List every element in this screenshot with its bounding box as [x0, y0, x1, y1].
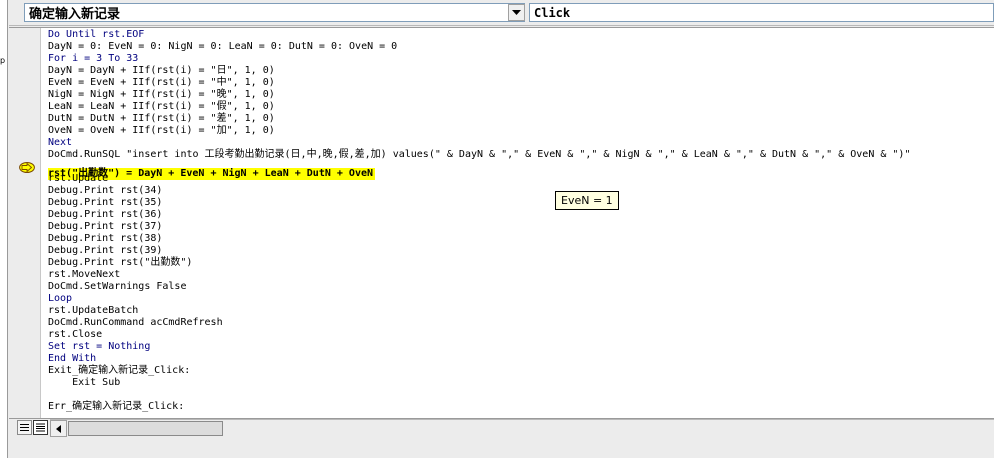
code-line: OveN = OveN + IIf(rst(i) = "加", 1, 0): [48, 125, 275, 136]
code-line: rst.MoveNext: [48, 269, 121, 280]
code-line: DutN = DutN + IIf(rst(i) = "差", 1, 0): [48, 113, 275, 124]
code-line-row: rst.MoveNext: [48, 269, 994, 281]
code-line-row: Debug.Print rst(38): [48, 233, 994, 245]
editor-status-bar: [9, 418, 994, 458]
procedure-combo-value: Click: [534, 5, 571, 20]
code-line: Debug.Print rst("出勤数"): [48, 257, 193, 268]
code-line: DoCmd.SetWarnings False: [48, 281, 187, 292]
code-line-row: OveN = OveN + IIf(rst(i) = "加", 1, 0): [48, 125, 994, 137]
code-line: Exit_确定输入新记录_Click:: [48, 365, 191, 376]
code-line-row: NigN = NigN + IIf(rst(i) = "晚", 1, 0): [48, 89, 994, 101]
procedure-view-icon: [20, 424, 29, 431]
code-line-row: Debug.Print rst(36): [48, 209, 994, 221]
full-module-view-button[interactable]: [33, 420, 48, 435]
code-line-row: LeaN = LeaN + IIf(rst(i) = "假", 1, 0): [48, 101, 994, 113]
code-line: Next: [48, 137, 73, 148]
execution-arrow-icon: [19, 162, 35, 173]
code-line-row: DoCmd.RunCommand acCmdRefresh: [48, 317, 994, 329]
scroll-left-button[interactable]: [50, 420, 67, 437]
code-line-row: DutN = DutN + IIf(rst(i) = "差", 1, 0): [48, 113, 994, 125]
code-line-row: Debug.Print rst(37): [48, 221, 994, 233]
horizontal-scrollbar[interactable]: [50, 419, 994, 437]
code-line: Debug.Print rst(39): [48, 245, 163, 256]
code-lines: Do Until rst.EOF DayN = 0: EveN = 0: NigN…: [48, 29, 994, 413]
code-line: Loop: [48, 293, 73, 304]
code-line: DayN = DayN + IIf(rst(i) = "日", 1, 0): [48, 65, 275, 76]
code-line: rst.Close: [48, 329, 103, 340]
horizontal-scrollbar-thumb[interactable]: [68, 421, 223, 436]
code-line: DoCmd.RunSQL "insert into 工段考勤出勤记录(日,中,晚…: [48, 149, 911, 160]
left-panel-edge: p: [0, 0, 8, 458]
code-line-row: Next: [48, 137, 994, 149]
code-line-row: EveN = EveN + IIf(rst(i) = "中", 1, 0): [48, 77, 994, 89]
code-line: Do Until rst.EOF: [48, 29, 145, 40]
code-line-row: Debug.Print rst("出勤数"): [48, 257, 994, 269]
full-module-view-icon: [36, 423, 45, 432]
object-combo[interactable]: 确定输入新记录: [24, 3, 525, 22]
code-line: Exit Sub: [48, 377, 121, 388]
chevron-down-icon: [512, 9, 521, 15]
code-line-row: rst.UpdateBatch: [48, 305, 994, 317]
code-line-row: DayN = DayN + IIf(rst(i) = "日", 1, 0): [48, 65, 994, 77]
code-line: EveN = EveN + IIf(rst(i) = "中", 1, 0): [48, 77, 275, 88]
scroll-left-icon: [56, 424, 61, 433]
code-line-row: Debug.Print rst(34): [48, 185, 994, 197]
code-line-row: rst("出勤数") = DayN + EveN + NigN + LeaN +…: [48, 161, 994, 180]
code-line-row: Set rst = Nothing: [48, 341, 994, 353]
code-line: DayN = 0: EveN = 0: NigN = 0: LeaN = 0: …: [48, 41, 398, 52]
code-line: NigN = NigN + IIf(rst(i) = "晚", 1, 0): [48, 89, 275, 100]
code-line-row: Debug.Print rst(39): [48, 245, 994, 257]
code-editor[interactable]: Do Until rst.EOF DayN = 0: EveN = 0: NigN…: [9, 27, 994, 419]
code-line-row: Exit Sub: [48, 377, 994, 389]
left-panel-fragment: p: [0, 56, 6, 65]
code-line-row: Do Until rst.EOF: [48, 29, 994, 41]
code-line-row: Exit_确定输入新记录_Click:: [48, 365, 994, 377]
code-line: Set rst = Nothing: [48, 341, 151, 352]
code-line-row: rst.Close: [48, 329, 994, 341]
code-line: Debug.Print rst(38): [48, 233, 163, 244]
code-line-row: DoCmd.SetWarnings False: [48, 281, 994, 293]
code-line: End With: [48, 353, 97, 364]
code-line: Debug.Print rst(35): [48, 197, 163, 208]
code-line-row: [48, 389, 994, 401]
code-line-row: Loop: [48, 293, 994, 305]
margin-indicator-bar[interactable]: [9, 28, 41, 419]
code-line: For i = 3 To 33: [48, 53, 139, 64]
code-line: LeaN = LeaN + IIf(rst(i) = "假", 1, 0): [48, 101, 275, 112]
code-line-row: DayN = 0: EveN = 0: NigN = 0: LeaN = 0: …: [48, 41, 994, 53]
code-line-row: For i = 3 To 33: [48, 53, 994, 65]
object-dropdown-button[interactable]: [508, 4, 525, 21]
code-line: Debug.Print rst(36): [48, 209, 163, 220]
code-window-toolbar: 确定输入新记录 Click: [9, 0, 994, 26]
code-line-row: Err_确定输入新记录_Click:: [48, 401, 994, 413]
object-combo-value: 确定输入新记录: [29, 7, 121, 22]
variable-value-tooltip: EveN = 1: [555, 191, 619, 210]
code-line: Debug.Print rst(34): [48, 185, 163, 196]
code-line-row: Debug.Print rst(35): [48, 197, 994, 209]
code-line: DoCmd.RunCommand acCmdRefresh: [48, 317, 223, 328]
code-line-row: End With: [48, 353, 994, 365]
code-line: rst.UpdateBatch: [48, 305, 139, 316]
procedure-view-button[interactable]: [17, 420, 32, 435]
code-line: Err_确定输入新记录_Click:: [48, 401, 185, 412]
code-line: Debug.Print rst(37): [48, 221, 163, 232]
procedure-combo[interactable]: Click: [529, 3, 994, 22]
code-line-row: DoCmd.RunSQL "insert into 工段考勤出勤记录(日,中,晚…: [48, 149, 994, 161]
